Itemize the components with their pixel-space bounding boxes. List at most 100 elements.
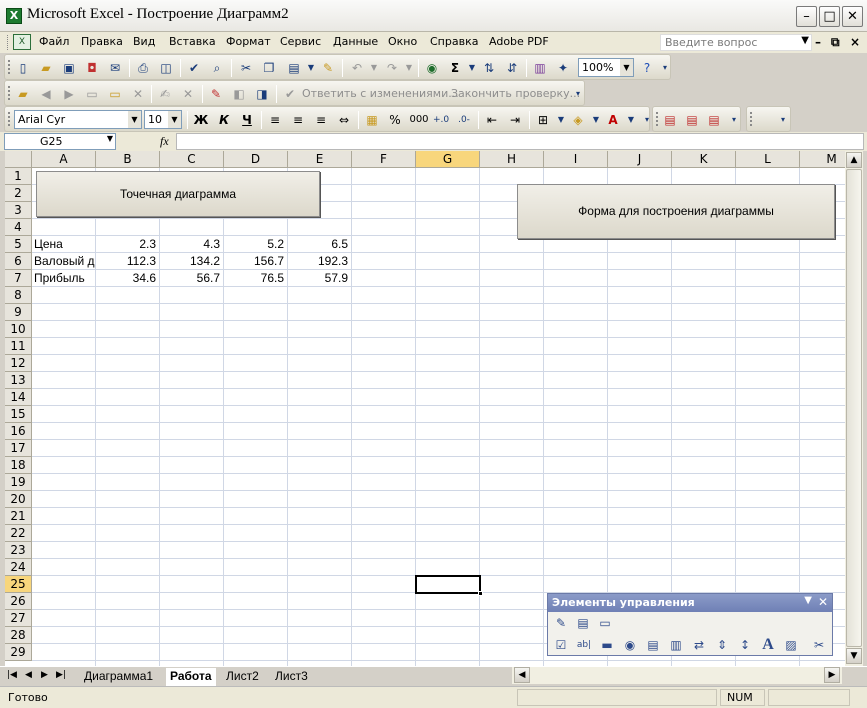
- value-cell[interactable]: 192.3: [288, 253, 351, 270]
- share-icon[interactable]: ◨: [254, 86, 270, 102]
- sort-descending-icon[interactable]: ⇵: [504, 60, 520, 76]
- show-comment-icon[interactable]: ▭: [84, 86, 100, 102]
- row-header[interactable]: 27: [5, 610, 32, 627]
- delete-comment-icon[interactable]: ✕: [130, 86, 146, 102]
- borders-icon[interactable]: ⊞: [535, 112, 551, 128]
- sheet-tab-list2[interactable]: Лист2: [222, 668, 263, 686]
- sort-ascending-icon[interactable]: ⇅: [481, 60, 497, 76]
- row-header[interactable]: 8: [5, 287, 32, 304]
- row-header[interactable]: 10: [5, 321, 32, 338]
- scatter-chart-button[interactable]: Точечная диаграмма: [36, 171, 320, 217]
- chevron-down-icon[interactable]: ▼: [107, 134, 113, 143]
- row-header[interactable]: 13: [5, 372, 32, 389]
- toggle-button-control-icon[interactable]: ⇄: [690, 636, 708, 654]
- copy-icon[interactable]: ❐: [261, 60, 277, 76]
- toolbar-options-icon[interactable]: ▾: [726, 112, 742, 128]
- chevron-down-icon[interactable]: ▼: [464, 60, 480, 76]
- reply-with-changes-button[interactable]: Ответить с изменениями...: [302, 87, 459, 100]
- row-header[interactable]: 1: [5, 168, 32, 185]
- align-center-icon[interactable]: ≡: [290, 112, 306, 128]
- paste-icon[interactable]: ▤: [286, 60, 302, 76]
- name-box[interactable]: G25 ▼: [4, 133, 116, 150]
- column-header[interactable]: E: [288, 151, 352, 168]
- show-all-comments-icon[interactable]: ▭: [107, 86, 123, 102]
- row-header[interactable]: 12: [5, 355, 32, 372]
- menu-grip[interactable]: [7, 35, 10, 50]
- row-header[interactable]: 3: [5, 202, 32, 219]
- toolbar-grip[interactable]: [750, 112, 753, 126]
- previous-comment-icon[interactable]: ◀: [38, 86, 54, 102]
- row-header[interactable]: 5: [5, 236, 32, 253]
- help-icon[interactable]: ?: [639, 60, 655, 76]
- chevron-down-icon[interactable]: ▼: [804, 595, 812, 606]
- column-header[interactable]: M: [800, 151, 845, 168]
- print-preview-icon[interactable]: ◫: [158, 60, 174, 76]
- row-header[interactable]: 20: [5, 491, 32, 508]
- fill-color-icon[interactable]: ◈: [570, 112, 586, 128]
- formula-input[interactable]: [176, 133, 864, 150]
- column-header[interactable]: L: [736, 151, 800, 168]
- folder-icon[interactable]: ▰: [15, 86, 31, 102]
- value-cell[interactable]: 134.2: [160, 253, 223, 270]
- menu-tools[interactable]: Сервис: [280, 35, 321, 48]
- align-left-icon[interactable]: ≡: [267, 112, 283, 128]
- value-cell[interactable]: 56.7: [160, 270, 223, 287]
- menu-insert[interactable]: Вставка: [169, 35, 216, 48]
- print-icon[interactable]: ⎙: [135, 60, 151, 76]
- row-header[interactable]: 2: [5, 185, 32, 202]
- vertical-scrollbar[interactable]: ▲ ▼: [845, 151, 863, 666]
- value-cell[interactable]: 156.7: [224, 253, 287, 270]
- pdf-review-icon[interactable]: ▤: [706, 112, 722, 128]
- new-icon[interactable]: ▯: [15, 60, 31, 76]
- next-sheet-button[interactable]: ▶: [41, 670, 48, 680]
- menu-file[interactable]: Файл: [39, 35, 69, 48]
- doc-minimize-button[interactable]: –: [815, 35, 821, 49]
- more-controls-icon[interactable]: ✂: [810, 636, 828, 654]
- row-header[interactable]: 21: [5, 508, 32, 525]
- chevron-down-icon[interactable]: ▼: [553, 112, 569, 128]
- close-button[interactable]: ✕: [842, 6, 863, 27]
- menu-format[interactable]: Формат: [226, 35, 271, 48]
- chevron-down-icon[interactable]: ▼: [588, 112, 604, 128]
- excel-icon[interactable]: X: [6, 8, 22, 24]
- redo-icon[interactable]: ↷: [384, 60, 400, 76]
- column-header[interactable]: G: [416, 151, 480, 168]
- close-icon[interactable]: ✕: [818, 595, 828, 609]
- chevron-down-icon[interactable]: ▼: [168, 111, 181, 128]
- toolbar-grip[interactable]: [8, 60, 11, 74]
- menu-adobe-pdf[interactable]: Adobe PDF: [489, 35, 549, 48]
- row-header[interactable]: 23: [5, 542, 32, 559]
- chevron-down-icon[interactable]: ▼: [366, 60, 382, 76]
- spin-button-control-icon[interactable]: ⇕: [713, 636, 731, 654]
- cut-icon[interactable]: ✂: [238, 60, 254, 76]
- reply-icon[interactable]: ✔: [282, 86, 298, 102]
- value-cell[interactable]: 34.6: [96, 270, 159, 287]
- email-icon[interactable]: ✉: [107, 60, 123, 76]
- row-header[interactable]: 24: [5, 559, 32, 576]
- row-header[interactable]: 7: [5, 270, 32, 287]
- column-header[interactable]: D: [224, 151, 288, 168]
- percent-button[interactable]: %: [387, 112, 403, 128]
- scroll-right-button[interactable]: ▶: [824, 667, 840, 683]
- maximize-button[interactable]: □: [819, 6, 840, 27]
- value-cell[interactable]: 4.3: [160, 236, 223, 253]
- combobox-control-icon[interactable]: ▥: [667, 636, 685, 654]
- row-header[interactable]: 15: [5, 406, 32, 423]
- chevron-down-icon[interactable]: ▼: [801, 35, 809, 46]
- row-header[interactable]: 4: [5, 219, 32, 236]
- doc-close-button[interactable]: ×: [850, 35, 860, 49]
- row-header[interactable]: 9: [5, 304, 32, 321]
- fill-handle[interactable]: [478, 591, 483, 596]
- delete-ink-icon[interactable]: ✕: [180, 86, 196, 102]
- minimize-button[interactable]: –: [796, 6, 817, 27]
- controls-toolbar-title[interactable]: Элементы управления ▼ ✕: [548, 594, 832, 612]
- hyperlink-icon[interactable]: ◉: [424, 60, 440, 76]
- toolbar-options-icon[interactable]: ▾: [570, 86, 586, 102]
- bold-button[interactable]: Ж: [193, 112, 209, 128]
- drawing-icon[interactable]: ✦: [555, 60, 571, 76]
- row-header[interactable]: 29: [5, 644, 32, 661]
- chevron-down-icon[interactable]: ▼: [623, 112, 639, 128]
- column-header[interactable]: H: [480, 151, 544, 168]
- properties-icon[interactable]: ▤: [574, 614, 592, 632]
- toolbar-grip[interactable]: [8, 86, 11, 100]
